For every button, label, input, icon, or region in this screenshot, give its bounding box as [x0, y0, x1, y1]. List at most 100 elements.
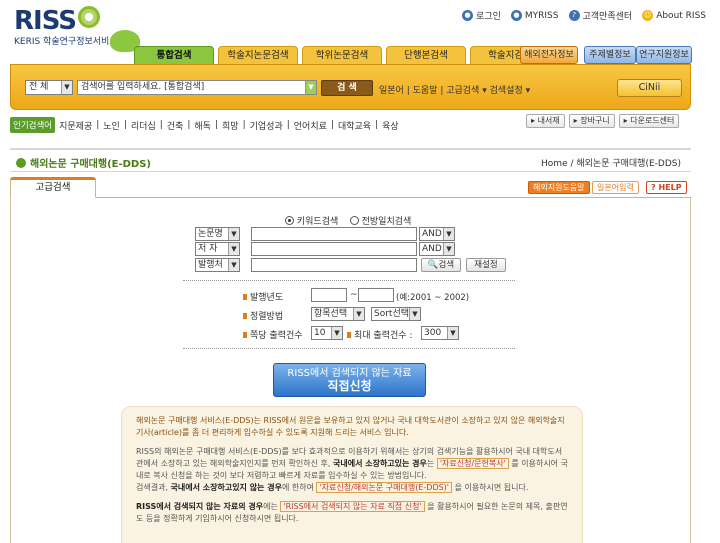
expand-icon: ▾	[525, 86, 531, 96]
year-separator: ~	[350, 290, 358, 300]
tab-advanced-search[interactable]: 고급검색	[10, 177, 96, 198]
sort-label: 정렬방법	[243, 309, 283, 322]
keyword-link[interactable]: 기업성과	[250, 119, 283, 132]
top-links: ● 로그인 ● MYRISS ? 고객만족센터 ☺ About RISS	[462, 9, 706, 22]
info-paragraph-3: RISS에서 검색되지 않는 자료의 경우에는 'RISS에서 검색되지 않는 …	[136, 501, 568, 523]
overseas-help-button[interactable]: 해외지원도움말	[528, 181, 590, 194]
tab-subject-info[interactable]: 주제별정보	[584, 46, 636, 64]
chevron-down-icon: ▼	[409, 308, 420, 320]
year-from-input[interactable]	[311, 288, 347, 302]
smile-icon: ☺	[642, 10, 654, 21]
chevron-down-icon: ▼	[228, 228, 239, 240]
page-title: 해외논문 구매대행(E-DDS)	[16, 155, 151, 170]
form-search-button[interactable]: 🔍검색	[421, 258, 461, 272]
download-center-button[interactable]: ▸ 다운로드센터	[618, 114, 680, 128]
dropdown-icon[interactable]: ▼	[305, 81, 316, 94]
login-icon: ●	[462, 10, 474, 21]
help-button[interactable]: ? HELP	[646, 181, 687, 194]
operator-select-1[interactable]: AND ▼	[419, 227, 455, 241]
chevron-down-icon: ▼	[447, 327, 458, 339]
chevron-down-icon: ▼	[353, 308, 364, 320]
advanced-search-link[interactable]: 고급검색	[446, 86, 479, 96]
field-select-1[interactable]: 논문명 ▼	[195, 227, 240, 241]
about-link[interactable]: ☺ About RISS	[642, 9, 706, 22]
reset-button[interactable]: 재설정	[466, 258, 506, 272]
keyword-link[interactable]: 지문제공	[59, 119, 92, 132]
popular-keywords-label: 인기검색어	[10, 117, 56, 133]
popular-keywords: 인기검색어 지문제공 | 노인 | 리더십 | 건축 | 해독 | 희망 | 기업성과 | 언…	[10, 117, 399, 133]
chevron-down-icon: ▼	[228, 259, 239, 271]
field-select-2[interactable]: 저 자 ▼	[195, 242, 240, 256]
tab-research-support[interactable]: 연구지원정보	[636, 46, 692, 64]
keyword-link[interactable]: 건축	[167, 119, 184, 132]
logo-emblem-icon	[78, 6, 100, 28]
keyword-search-radio[interactable]	[285, 216, 294, 225]
max-results-select[interactable]: 300 ▼	[421, 326, 459, 340]
field-input-2[interactable]	[251, 242, 417, 256]
bullet-icon	[16, 157, 26, 168]
info-paragraph-2: RISS의 해외논문 구매대행 서비스(E-DDS)를 보다 효과적으로 이용하…	[136, 447, 568, 493]
tab-book-search[interactable]: 단행본검색	[386, 46, 466, 64]
search-links: 일본어 | 도움말 | 고급검색 ▾ 검색설정 ▾	[379, 86, 531, 96]
keyword-link[interactable]: 대학교육	[338, 119, 371, 132]
prefix-match-radio[interactable]	[349, 216, 359, 225]
per-page-label: 쪽당 출력건수	[243, 328, 303, 341]
field-input-1[interactable]	[251, 227, 417, 241]
direct-request-button[interactable]: RISS에서 검색되지 않는 자료 직접신청	[273, 363, 426, 397]
japanese-link[interactable]: 일본어	[379, 86, 404, 96]
tab-journal-article-search[interactable]: 학술지논문검색	[218, 46, 298, 64]
search-settings-link[interactable]: 검색설정	[490, 86, 523, 96]
operator-select-2[interactable]: AND ▼	[419, 242, 455, 256]
cinii-button[interactable]: CiNii	[617, 79, 682, 97]
search-scope-select[interactable]: 전 체 ▼	[25, 80, 73, 95]
my-library-button[interactable]: ▸ 내서재	[526, 114, 565, 128]
login-link[interactable]: ● 로그인	[462, 9, 501, 22]
info-intro: 해외논문 구매대행 서비스(E-DDS)는 RISS에서 원문을 보유하고 있지…	[136, 416, 565, 437]
breadcrumb-bar: 해외논문 구매대행(E-DDS) Home / 해외논문 구매대행(E-DDS)	[10, 148, 691, 172]
chevron-down-icon: ▼	[331, 327, 342, 339]
quick-buttons: ▸ 내서재 ▸ 장바구니 ▸ 다운로드센터	[526, 114, 680, 128]
sort-field-select[interactable]: 항목선택 ▼	[311, 307, 365, 321]
search-icon: 🔍	[427, 260, 439, 270]
keyword-link[interactable]: 언어치료	[294, 119, 327, 132]
per-page-select[interactable]: 10 ▼	[311, 326, 343, 340]
user-icon: ●	[510, 10, 522, 21]
header: RISS KERIS 학술연구정보서비스 ● 로그인 ● MYRISS ? 고객만족센…	[0, 0, 720, 72]
service-info-box: 해외논문 구매대행 서비스(E-DDS)는 RISS에서 원문을 보유하고 있지…	[121, 406, 583, 543]
tab-thesis-search[interactable]: 학위논문검색	[302, 46, 382, 64]
field-input-3[interactable]	[251, 258, 417, 272]
search-mode-radios: 키워드검색 전방일치검색	[285, 214, 411, 227]
help-icon: ?	[568, 10, 580, 21]
cart-button[interactable]: ▸ 장바구니	[568, 114, 615, 128]
search-button[interactable]: 검 색	[321, 80, 373, 96]
keyword-link[interactable]: 육상	[382, 119, 399, 132]
chevron-down-icon: ▼	[443, 243, 454, 255]
expand-icon: ▾	[482, 86, 487, 96]
keyword-link[interactable]: 해독	[194, 119, 211, 132]
year-label: 발행년도	[243, 290, 283, 303]
chevron-down-icon: ▼	[443, 228, 454, 240]
riss-logo[interactable]: RISS KERIS 학술연구정보서비스	[14, 6, 118, 47]
tab-overseas-eresources[interactable]: 해외전자정보	[520, 46, 578, 64]
japanese-input-button[interactable]: 일본어입력	[592, 181, 639, 194]
field-select-3[interactable]: 발행처 ▼	[195, 258, 240, 272]
divider	[183, 348, 515, 349]
customer-center-link[interactable]: ? 고객만족센터	[568, 9, 632, 22]
keyword-link[interactable]: 리더십	[131, 119, 156, 132]
max-results-label: 최대 출력건수 :	[347, 328, 412, 341]
breadcrumb: Home / 해외논문 구매대행(E-DDS)	[541, 159, 681, 169]
year-to-input[interactable]	[358, 288, 394, 302]
tab-integrated-search[interactable]: 통합검색	[134, 46, 214, 64]
keyword-link[interactable]: 노인	[103, 119, 120, 132]
keyword-link[interactable]: 희망	[222, 119, 239, 132]
chevron-down-icon: ▼	[61, 81, 72, 94]
help-link[interactable]: 도움말	[413, 86, 438, 96]
sort-order-select[interactable]: Sort선택 ▼	[371, 307, 421, 321]
divider	[183, 280, 515, 281]
logo-subtitle: KERIS 학술연구정보서비스	[14, 37, 118, 47]
year-hint: (예:2001 ~ 2002)	[396, 293, 470, 303]
myriss-link[interactable]: ● MYRISS	[510, 9, 559, 22]
search-input[interactable]: 검색어를 입력하세요. [통합검색] ▼	[77, 80, 317, 95]
chevron-down-icon: ▼	[228, 243, 239, 255]
main-tabs: 통합검색 학술지논문검색 학위논문검색 단행본검색 학술지검색	[134, 46, 550, 64]
